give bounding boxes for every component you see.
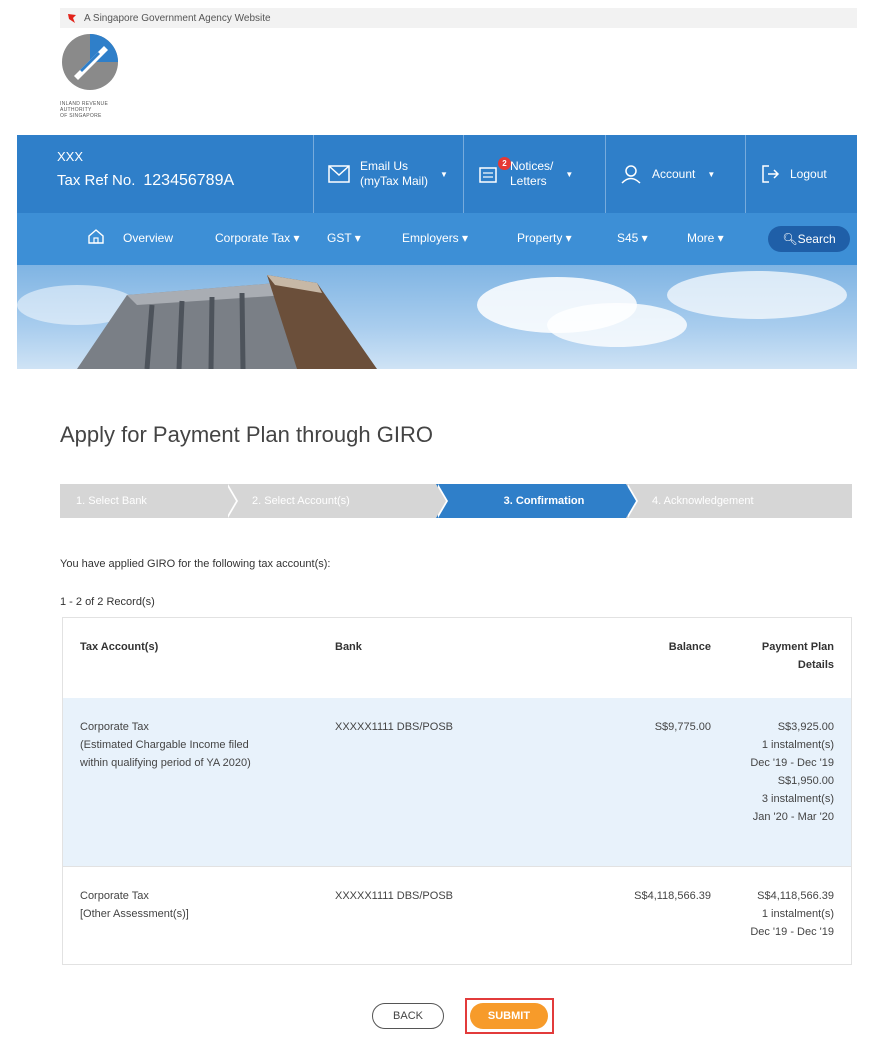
notices-line-2: Letters xyxy=(510,174,547,188)
email-us-label: Email Us (myTax Mail) xyxy=(360,159,428,189)
col-header-payment-plan-line-2: Details xyxy=(797,659,834,671)
tax-ref-label: Tax Ref No. xyxy=(57,172,136,189)
main-nav: Overview Corporate Tax ▾ GST ▾ Employers… xyxy=(17,213,857,265)
tax-account-line: [Other Assessment(s)] xyxy=(80,908,189,920)
tax-account-cell: Corporate Tax (Estimated Chargable Incom… xyxy=(80,718,320,772)
tax-account-line: (Estimated Chargable Income filed xyxy=(80,739,249,751)
plan-line: S$3,925.00 xyxy=(777,721,834,733)
plan-line: Jan '20 - Mar '20 xyxy=(752,811,834,823)
record-count: 1 - 2 of 2 Record(s) xyxy=(60,596,155,608)
notices-label: Notices/ Letters xyxy=(510,159,553,189)
step-label: 4. Acknowledgement xyxy=(652,495,754,507)
notices-count-badge: 2 xyxy=(498,157,511,170)
tax-ref: Tax Ref No. 123456789A xyxy=(57,172,234,190)
mail-icon xyxy=(328,165,350,183)
plan-line: S$4,118,566.39 xyxy=(757,890,834,902)
page-title: Apply for Payment Plan through GIRO xyxy=(60,422,433,447)
col-header-bank: Bank xyxy=(335,641,362,653)
nav-gst[interactable]: GST ▾ xyxy=(327,231,361,245)
user-icon xyxy=(621,165,641,184)
plan-line: 1 instalment(s) xyxy=(761,739,834,751)
logout-label: Logout xyxy=(790,167,827,181)
step-acknowledgement: 4. Acknowledgement xyxy=(626,484,852,518)
notices-icon xyxy=(479,167,497,183)
tax-account-line: Corporate Tax xyxy=(80,890,149,902)
tax-account-line: within qualifying period of YA 2020) xyxy=(80,757,251,769)
progress-stepper: 1. Select Bank 2. Select Account(s) 3. C… xyxy=(60,484,852,518)
iras-logo-icon xyxy=(62,34,118,90)
logout-button[interactable]: Logout xyxy=(745,135,857,213)
tax-ref-value: 123456789A xyxy=(143,172,235,189)
table-row: Corporate Tax (Estimated Chargable Incom… xyxy=(63,698,851,866)
hero-banner xyxy=(17,265,857,369)
step-confirmation: 3. Confirmation xyxy=(436,484,638,518)
search-label: Search xyxy=(797,232,836,246)
back-button[interactable]: BACK xyxy=(372,1003,444,1029)
nav-corporate-tax[interactable]: Corporate Tax ▾ xyxy=(215,231,300,245)
email-us-line-1: Email Us xyxy=(360,159,409,173)
balance-cell: S$4,118,566.39 xyxy=(634,890,711,902)
email-us-line-2: (myTax Mail) xyxy=(360,174,428,188)
col-header-payment-plan: Payment Plan Details xyxy=(724,638,834,674)
user-name: XXX xyxy=(57,149,84,164)
building-banner-image xyxy=(17,271,847,369)
site-header: XXX Tax Ref No. 123456789A Email Us (myTa… xyxy=(17,135,857,213)
giro-accounts-table: Tax Account(s) Bank Balance Payment Plan… xyxy=(62,617,852,965)
logo-text: INLAND REVENUE AUTHORITY OF SINGAPORE xyxy=(60,101,150,119)
nav-more[interactable]: More ▾ xyxy=(687,231,724,245)
nav-overview[interactable]: Overview xyxy=(123,231,173,245)
step-label: 2. Select Account(s) xyxy=(252,495,350,507)
account-button[interactable]: Account ▼ xyxy=(605,135,745,213)
plan-line: S$1,950.00 xyxy=(777,775,834,787)
col-header-balance: Balance xyxy=(668,641,711,653)
intro-text: You have applied GIRO for the following … xyxy=(60,558,331,570)
notices-line-1: Notices/ xyxy=(510,159,554,173)
iras-logo[interactable]: INLAND REVENUE AUTHORITY OF SINGAPORE xyxy=(60,32,150,134)
search-icon: 🔍︎ xyxy=(782,232,798,246)
gov-agency-bar: A Singapore Government Agency Website xyxy=(60,8,857,28)
step-select-bank: 1. Select Bank xyxy=(60,484,238,518)
submit-button[interactable]: SUBMIT xyxy=(470,1003,548,1029)
plan-line: Dec '19 - Dec '19 xyxy=(750,757,834,769)
notices-letters-button[interactable]: 2 Notices/ Letters ▼ xyxy=(463,135,605,213)
logo-line-3: OF SINGAPORE xyxy=(60,113,102,119)
home-icon[interactable] xyxy=(87,228,105,247)
payment-plan-cell: S$3,925.00 1 instalment(s) Dec '19 - Dec… xyxy=(724,718,834,826)
search-button[interactable]: 🔍︎Search xyxy=(768,226,850,252)
plan-line: 1 instalment(s) xyxy=(761,908,834,920)
logout-icon xyxy=(762,165,780,183)
nav-s45[interactable]: S45 ▾ xyxy=(617,231,648,245)
tax-account-line: Corporate Tax xyxy=(80,721,149,733)
chevron-down-icon: ▼ xyxy=(707,169,716,179)
bank-cell: XXXXX1111 DBS/POSB xyxy=(335,721,454,733)
table-header-row: Tax Account(s) Bank Balance Payment Plan… xyxy=(63,618,851,698)
email-us-button[interactable]: Email Us (myTax Mail) ▼ xyxy=(313,135,463,213)
step-label: 3. Confirmation xyxy=(503,495,585,507)
step-select-accounts: 2. Select Account(s) xyxy=(226,484,448,518)
account-label: Account xyxy=(652,167,696,181)
plan-line: 3 instalment(s) xyxy=(761,793,834,805)
table-row: Corporate Tax [Other Assessment(s)] XXXX… xyxy=(63,866,851,964)
tax-account-cell: Corporate Tax [Other Assessment(s)] xyxy=(80,887,320,923)
payment-plan-cell: S$4,118,566.39 1 instalment(s) Dec '19 -… xyxy=(724,887,834,941)
chevron-down-icon: ▼ xyxy=(440,169,448,179)
col-header-payment-plan-line-1: Payment Plan xyxy=(761,641,834,653)
balance-cell: S$9,775.00 xyxy=(654,721,711,733)
step-label: 1. Select Bank xyxy=(76,495,147,507)
bank-cell: XXXXX1111 DBS/POSB xyxy=(335,890,454,902)
col-header-tax-account: Tax Account(s) xyxy=(80,641,159,653)
plan-line: Dec '19 - Dec '19 xyxy=(750,926,834,938)
gov-agency-text: A Singapore Government Agency Website xyxy=(84,12,271,24)
chevron-down-icon: ▼ xyxy=(565,169,574,179)
nav-property[interactable]: Property ▾ xyxy=(517,231,572,245)
lion-head-icon xyxy=(68,14,76,23)
nav-employers[interactable]: Employers ▾ xyxy=(402,231,468,245)
